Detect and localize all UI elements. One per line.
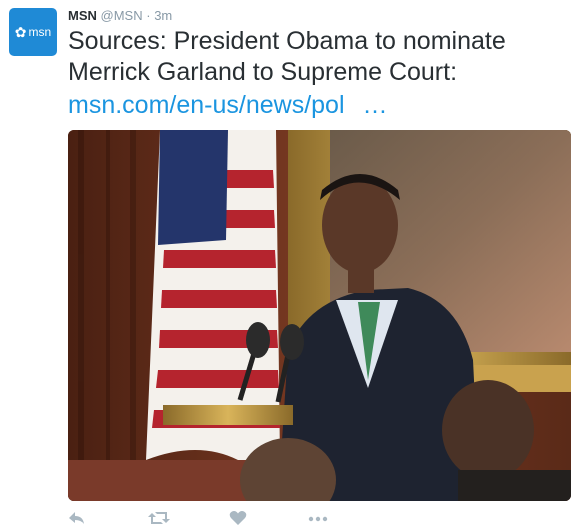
retweet-button[interactable] xyxy=(148,510,170,531)
photo-illustration xyxy=(68,130,571,501)
tweet-actions xyxy=(68,510,368,529)
tweet-header: MSN @MSN · 3m xyxy=(68,9,172,23)
separator: · xyxy=(146,8,151,23)
tweet-text-line-1: Sources: President Obama to nominate xyxy=(68,27,506,55)
heart-icon xyxy=(229,511,247,525)
author-handle[interactable]: @MSN xyxy=(101,8,143,23)
msn-butterfly-icon: ✿ xyxy=(14,23,27,40)
lectern-lamp xyxy=(163,405,293,425)
avatar[interactable]: ✿ msn xyxy=(9,8,57,56)
reply-button[interactable] xyxy=(68,510,86,531)
timestamp[interactable]: 3m xyxy=(154,8,172,23)
author-name[interactable]: MSN xyxy=(68,8,97,23)
like-button[interactable] xyxy=(229,510,247,531)
more-icon xyxy=(308,516,328,522)
tweet-text: Sources: President Obama to nominate Mer… xyxy=(68,26,568,121)
tweet-photo[interactable] xyxy=(68,130,571,501)
avatar-label: msn xyxy=(28,25,52,39)
link-ellipsis[interactable]: … xyxy=(363,91,388,119)
tweet-link[interactable]: msn.com/en-us/news/pol xyxy=(68,90,345,121)
retweet-icon xyxy=(148,512,170,524)
more-button[interactable] xyxy=(308,510,328,531)
reply-icon xyxy=(69,512,84,524)
audience-head xyxy=(442,380,534,480)
tweet-text-line-2: Merrick Garland to Supreme Court: xyxy=(68,58,458,86)
